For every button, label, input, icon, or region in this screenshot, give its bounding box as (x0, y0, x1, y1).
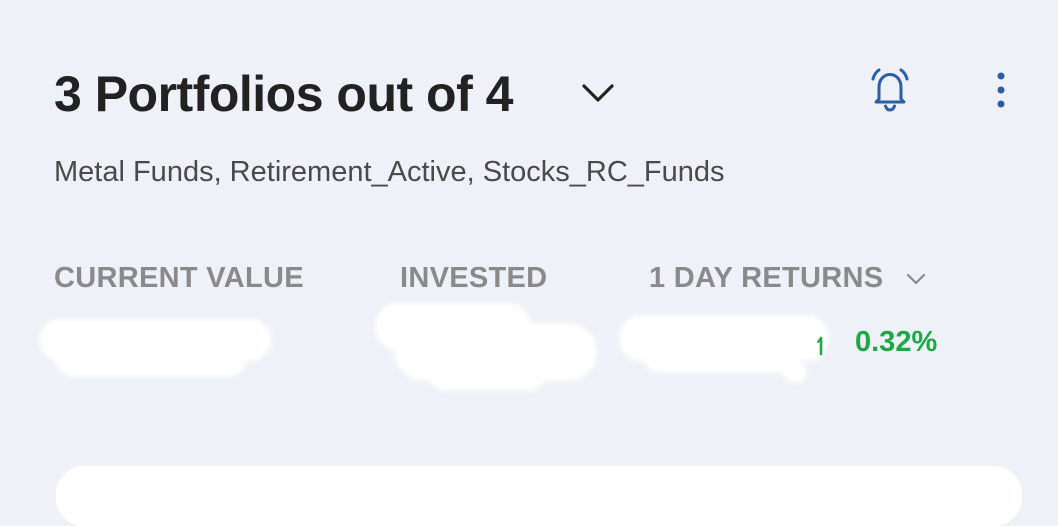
arrow-up-icon (816, 334, 826, 356)
portfolio-selector-title[interactable]: 3 Portfolios out of 4 (54, 62, 513, 126)
selected-portfolios-list: Metal Funds, Retirement_Active, Stocks_R… (54, 156, 725, 188)
portfolio-header: 3 Portfolios out of 4 (54, 62, 1014, 126)
current-value-label: CURRENT VALUE (54, 262, 304, 294)
chevron-down-icon[interactable] (904, 270, 928, 288)
chevron-down-icon[interactable] (580, 80, 616, 108)
day-returns-percent: 0.32% (855, 326, 938, 358)
day-returns-label[interactable]: 1 DAY RETURNS (649, 262, 883, 295)
more-vertical-icon[interactable] (990, 68, 1012, 112)
invested-label: INVESTED (400, 262, 548, 294)
holdings-card (56, 466, 1022, 526)
bell-icon[interactable] (868, 66, 912, 114)
